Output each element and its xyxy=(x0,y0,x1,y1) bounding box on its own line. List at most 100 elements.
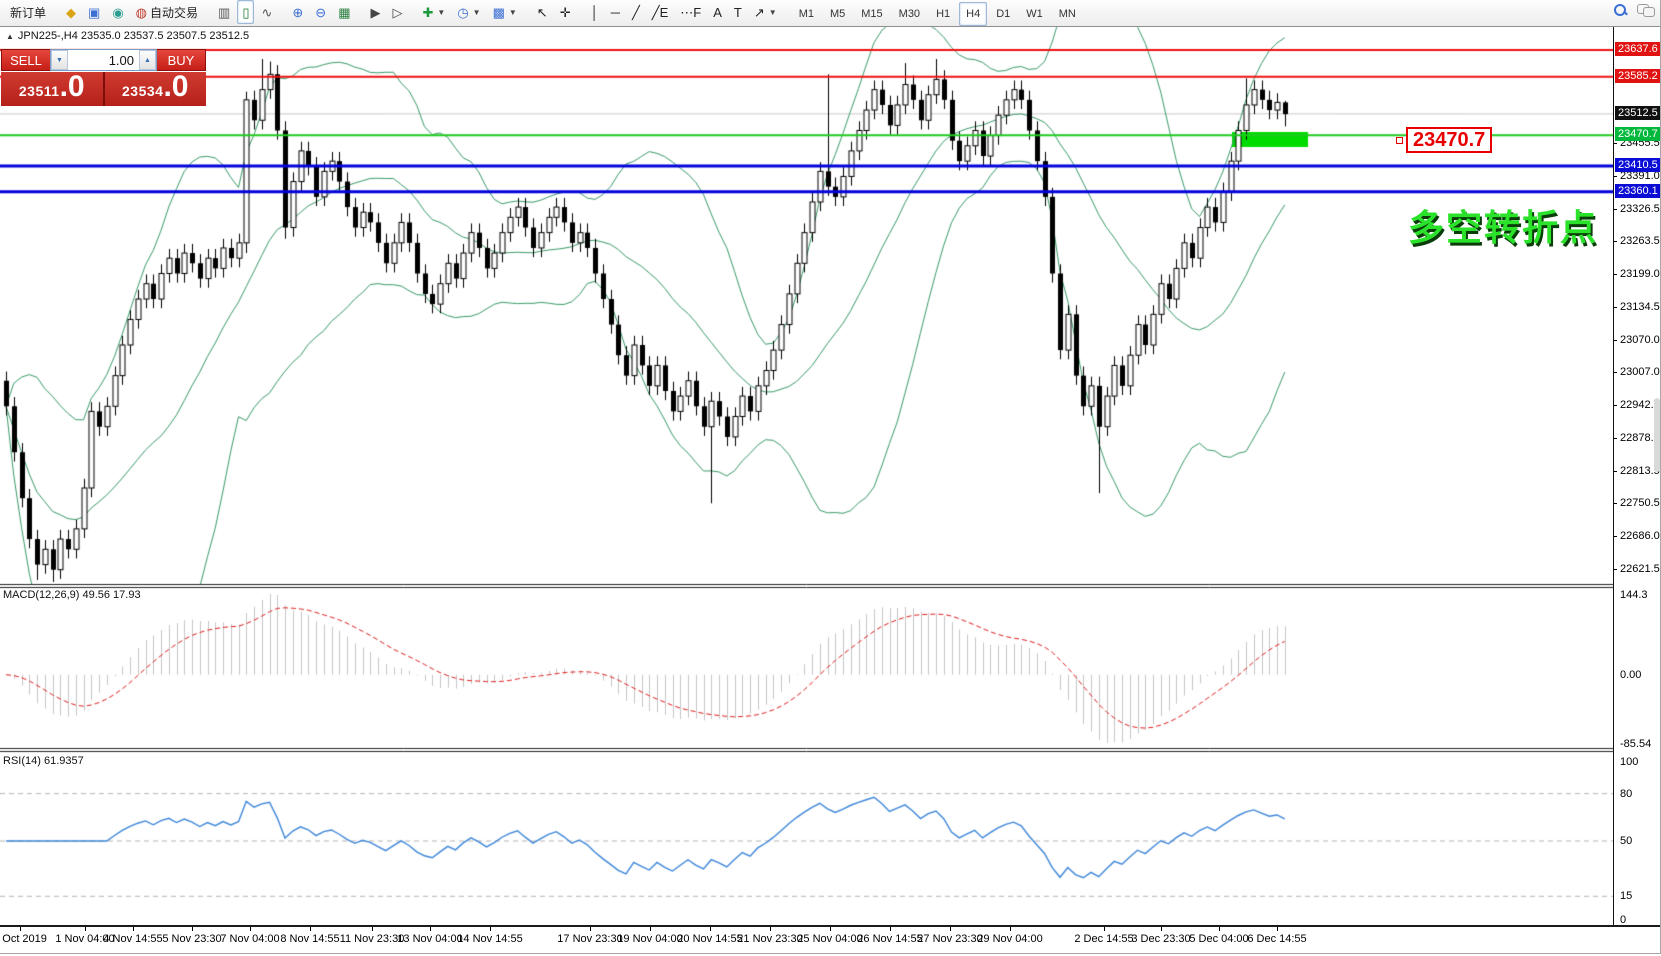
trade-panel-prices-row: 23511.0 23534.0 xyxy=(1,72,206,106)
time-tick-label: 25 Nov 04:00 xyxy=(797,933,862,945)
search-icon[interactable] xyxy=(1613,3,1627,17)
price-axis-badge: 23410.5 xyxy=(1615,158,1661,172)
price-tick-mark xyxy=(1614,307,1617,308)
label-button[interactable]: T xyxy=(729,0,747,24)
collapse-icon[interactable]: ▲ xyxy=(6,32,14,41)
time-tick-mark xyxy=(1010,927,1011,931)
vline-button[interactable]: │ xyxy=(586,0,604,24)
signals-icon-button[interactable]: ◉ xyxy=(107,0,128,24)
line-chart-icon-button[interactable]: ∿ xyxy=(256,0,277,24)
timeframe-m15[interactable]: M15 xyxy=(854,2,889,26)
time-tick-mark xyxy=(490,927,491,931)
price-tick-mark xyxy=(1614,569,1617,570)
volume-down-button[interactable]: ▼ xyxy=(51,50,68,70)
price-tick-mark xyxy=(1614,405,1617,406)
text-button[interactable]: A xyxy=(708,0,727,24)
sell-price[interactable]: 23511.0 xyxy=(1,72,103,106)
arrows-glyph: ↗ xyxy=(754,6,765,19)
time-tick-mark xyxy=(1161,927,1162,931)
turning-point-text-annotation[interactable]: 多空转折点 xyxy=(1408,199,1598,251)
zoom-in-button[interactable]: ⊕ xyxy=(287,0,308,24)
label-glyph: T xyxy=(734,6,742,19)
templates-button[interactable]: ▩▼ xyxy=(488,0,522,24)
bar-chart-icon-button[interactable]: ▥ xyxy=(213,0,235,24)
hline-button[interactable]: ─ xyxy=(606,0,625,24)
time-tick-label: 13 Nov 04:00 xyxy=(397,933,462,945)
volume-up-button[interactable]: ▲ xyxy=(139,50,156,70)
cursor-button[interactable]: ↖ xyxy=(532,0,553,24)
time-tick-label: 5 Nov 23:30 xyxy=(162,933,221,945)
tile-windows-button[interactable]: ▦ xyxy=(333,0,355,24)
timeframe-m30[interactable]: M30 xyxy=(892,2,927,26)
macd-axis-label: -85.54 xyxy=(1620,738,1651,750)
price-tick-mark xyxy=(1614,471,1617,472)
chat-icon[interactable] xyxy=(1637,4,1655,17)
timeframe-h4[interactable]: H4 xyxy=(959,2,987,26)
timeframe-w1-label: W1 xyxy=(1026,8,1043,20)
timeframe-h1-label: H1 xyxy=(936,8,950,20)
profile-icon-button[interactable]: ◆ xyxy=(61,0,81,24)
time-tick-label: 7 Nov 04:00 xyxy=(220,933,279,945)
price-label-annotation[interactable]: 23470.7 xyxy=(1406,127,1492,153)
autotrade-button[interactable]: ◍自动交易 xyxy=(131,0,203,24)
sell-button[interactable]: SELL xyxy=(1,49,50,71)
price-tick-mark xyxy=(1614,340,1617,341)
time-tick-label: 17 Nov 23:30 xyxy=(557,933,622,945)
time-tick-mark xyxy=(85,927,86,931)
templates-glyph: ▩ xyxy=(493,6,505,19)
timeframe-d1[interactable]: D1 xyxy=(989,2,1017,26)
time-tick-label: 20 Nov 14:55 xyxy=(677,933,742,945)
timeframe-h1[interactable]: H1 xyxy=(929,2,957,26)
trendline-button[interactable]: ╱ xyxy=(627,0,645,24)
indicators-glyph: ✚ xyxy=(422,6,433,19)
new-order-button-label: 新订单 xyxy=(10,4,46,21)
terminal-icon-button[interactable]: ▣ xyxy=(83,0,105,24)
periods-glyph: ◷ xyxy=(457,6,468,19)
price-tick-label: 23070.0 xyxy=(1620,334,1660,346)
price-tick-mark xyxy=(1614,274,1617,275)
timeframe-w1[interactable]: W1 xyxy=(1019,2,1050,26)
sell-price-big: .0 xyxy=(60,74,85,100)
new-order-button[interactable]: 新订单 xyxy=(5,0,51,24)
time-tick-mark xyxy=(830,927,831,931)
time-tick-label: 2 Dec 14:55 xyxy=(1074,933,1133,945)
periods-button[interactable]: ◷▼ xyxy=(452,0,485,24)
chart-title-text: JPN225-,H4 23535.0 23537.5 23507.5 23512… xyxy=(18,30,249,42)
indicators-button[interactable]: ✚▼ xyxy=(417,0,450,24)
price-tick-label: 23326.5 xyxy=(1620,203,1660,215)
sell-price-main: 23511 xyxy=(19,83,60,99)
buy-button[interactable]: BUY xyxy=(157,49,206,71)
time-axis[interactable]: 0 Oct 20191 Nov 04:004 Nov 14:555 Nov 23… xyxy=(0,925,1661,956)
buy-price[interactable]: 23534.0 xyxy=(105,72,207,106)
timeframe-mn[interactable]: MN xyxy=(1052,2,1083,26)
timeframe-m1[interactable]: M1 xyxy=(792,2,821,26)
time-tick-mark xyxy=(890,927,891,931)
macd-axis-label: 0.00 xyxy=(1620,669,1641,681)
volume-input[interactable]: 1.00 xyxy=(68,50,139,70)
time-tick-mark xyxy=(1104,927,1105,931)
line-chart-icon-glyph: ∿ xyxy=(261,6,272,19)
channel-glyph: ╱E xyxy=(652,6,669,19)
dropdown-caret-icon: ▼ xyxy=(473,8,481,17)
rsi-axis-label: 100 xyxy=(1620,756,1638,768)
price-axis[interactable]: 23455.523391.023326.523263.523199.023134… xyxy=(1613,27,1661,925)
channel-button[interactable]: ╱E xyxy=(647,0,674,24)
crosshair-button[interactable]: ✛ xyxy=(555,0,576,24)
arrows-button[interactable]: ↗▼ xyxy=(749,0,782,24)
chart-shift-button[interactable]: ▷ xyxy=(387,0,407,24)
time-tick-mark xyxy=(192,927,193,931)
candlestick-icon-button[interactable]: ▯ xyxy=(237,0,254,24)
chart-plot[interactable] xyxy=(0,0,1613,925)
fibo-button[interactable]: ⋯F xyxy=(675,0,706,24)
price-tick-mark xyxy=(1614,241,1617,242)
price-tick-mark xyxy=(1614,536,1617,537)
zoom-out-button[interactable]: ⊖ xyxy=(310,0,331,24)
timeframe-m5[interactable]: M5 xyxy=(823,2,852,26)
price-tick-mark xyxy=(1614,438,1617,439)
price-axis-badge: 23637.6 xyxy=(1615,42,1661,56)
auto-scroll-button[interactable]: ▶ xyxy=(365,0,385,24)
price-tick-mark xyxy=(1614,503,1617,504)
auto-scroll-glyph: ▶ xyxy=(370,6,380,19)
time-tick-label: 0 Oct 2019 xyxy=(0,933,47,945)
time-tick-label: 19 Nov 04:00 xyxy=(617,933,682,945)
